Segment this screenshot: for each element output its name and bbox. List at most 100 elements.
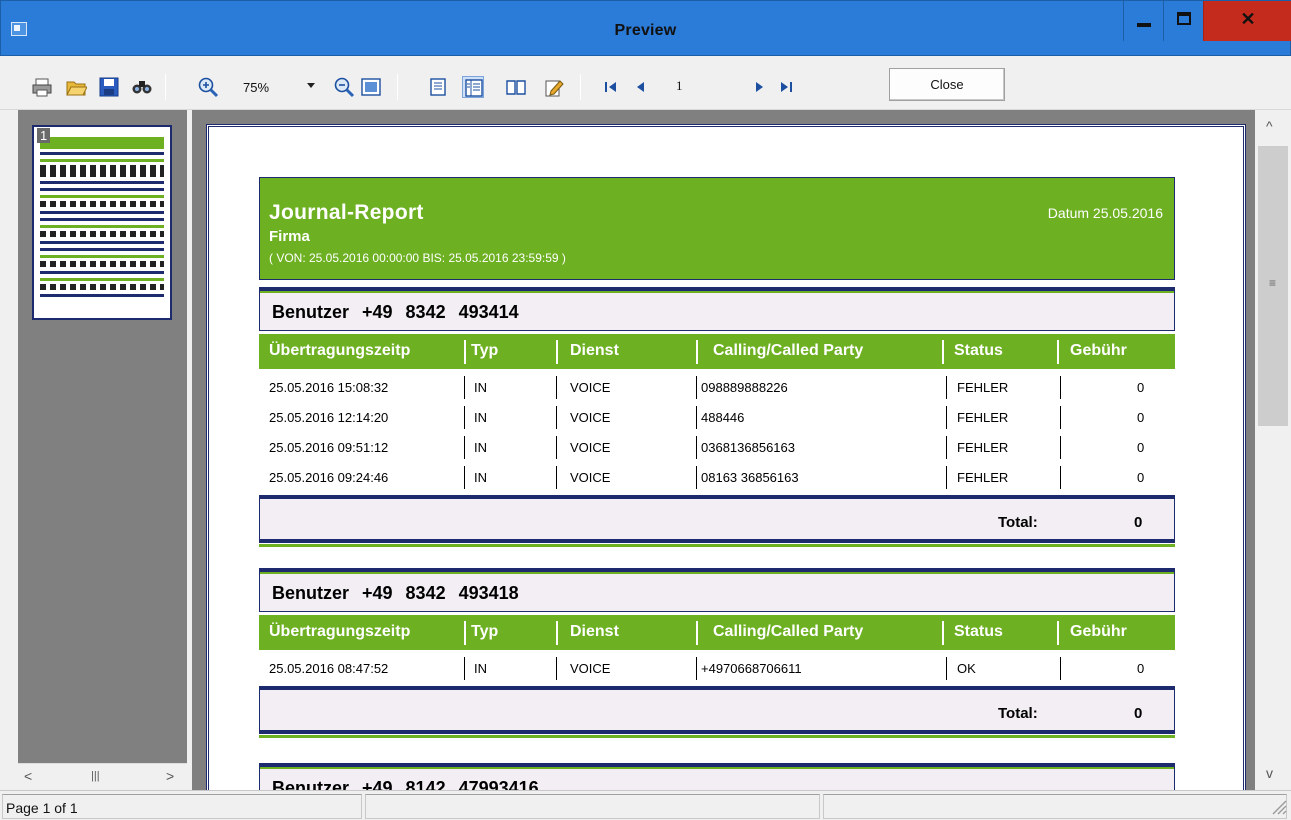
cell-fee: 0 [1137,470,1145,485]
column-header: Status [954,623,1003,640]
scroll-right-icon[interactable]: > [166,768,174,784]
total-label: Total: [998,705,1038,722]
prev-page-icon[interactable] [630,76,652,98]
column-divider [556,340,558,364]
column-divider [696,340,698,364]
column-header: Status [954,342,1003,359]
column-divider [464,340,466,364]
user-label: Benutzer +49 8142 47993416 [272,778,539,790]
cell-party: 0368136856163 [701,440,795,455]
total-row: Total: 0 [259,495,1175,547]
thumbnail-line [40,181,164,184]
table-row: 25.05.2016 12:14:20 IN VOICE 488446 FEHL… [259,402,1175,432]
user-header: Benutzer +49 8342 493414 [259,287,1175,331]
thumbnail-line [40,211,164,214]
column-header: Gebühr [1070,623,1127,640]
column-header: Übertragungszeitp [269,623,411,640]
table-row: 25.05.2016 08:47:52 IN VOICE +4970668706… [259,653,1175,683]
user-header: Benutzer +49 8342 493418 [259,568,1175,612]
thumbnail-rows [40,165,164,177]
last-page-icon[interactable] [775,76,797,98]
next-page-icon[interactable] [748,76,770,98]
total-label: Total: [998,514,1038,531]
cell-timestamp: 25.05.2016 12:14:20 [269,410,389,425]
minimize-icon [1137,23,1151,27]
cell-divider [946,436,947,459]
maximize-icon [1177,12,1191,25]
toolbar-separator [165,74,166,100]
user-label: Benutzer +49 8342 493418 [272,583,519,603]
cell-divider [1060,657,1061,680]
open-icon[interactable] [65,76,88,98]
cell-service: VOICE [570,470,611,485]
toolbar-separator [397,74,398,100]
horizontal-scrollbar[interactable]: < ||| > [18,763,187,790]
cell-divider [946,657,947,680]
cell-divider [464,436,465,459]
cell-divider [556,436,557,459]
zoom-select[interactable]: 75% [243,80,269,95]
document-viewer[interactable]: Journal-Report Firma ( VON: 25.05.2016 0… [192,110,1255,790]
cell-party: 098889888226 [701,380,788,395]
edit-icon[interactable] [543,76,565,98]
multi-page-icon[interactable] [462,76,484,98]
page-thumbnail[interactable]: 1 [32,125,172,320]
close-button[interactable]: Close [889,68,1005,101]
cell-divider [464,406,465,429]
scroll-up-icon[interactable]: ^ [1266,118,1273,134]
scroll-grip-icon[interactable]: ||| [91,770,100,782]
thumbnail-line [40,159,164,162]
first-page-icon[interactable] [600,76,622,98]
scroll-left-icon[interactable]: < [24,768,32,784]
column-divider [556,621,558,645]
vertical-scrollbar[interactable]: ^ ≡ v [1255,110,1291,790]
book-icon[interactable] [505,76,527,98]
page-width-icon[interactable] [360,76,382,98]
print-icon[interactable] [31,76,53,98]
cell-divider [946,466,947,489]
single-page-icon[interactable] [427,76,449,98]
page-number-input[interactable]: 1 [672,75,742,97]
cell-divider [696,376,697,399]
scrollbar-thumb[interactable]: ≡ [1258,146,1288,426]
cell-service: VOICE [570,440,611,455]
cell-divider [464,376,465,399]
cell-divider [1060,406,1061,429]
thumbnail-line [40,152,164,155]
thumbnail-line [40,271,164,274]
user-label: Benutzer +49 8342 493414 [272,302,519,322]
maximize-button[interactable] [1163,1,1203,41]
resize-grip-icon[interactable] [1269,797,1287,815]
cell-divider [946,406,947,429]
thumbnail-line [40,225,164,228]
thumbnail-line [40,218,164,221]
thumbnail-line [40,278,164,281]
cell-divider [696,406,697,429]
cell-party: 488446 [701,410,745,425]
column-header: Typ [471,342,499,359]
find-icon[interactable] [131,76,153,98]
status-cell [365,794,820,819]
cell-fee: 0 [1137,380,1145,395]
minimize-button[interactable] [1123,1,1163,41]
report-company: Firma [269,228,310,245]
thumbnail-line [40,255,164,258]
scroll-down-icon[interactable]: v [1266,765,1273,781]
page-status: Page 1 of 1 [6,800,78,816]
cell-divider [556,657,557,680]
status-bar: Page 1 of 1 [0,790,1291,820]
column-header: Dienst [570,623,619,640]
close-window-button[interactable]: ✕ [1203,1,1291,41]
zoom-in-icon[interactable] [197,76,219,98]
scroll-grip-icon: ≡ [1269,276,1277,290]
toolbar-separator [580,74,581,100]
save-icon[interactable] [98,76,120,98]
chevron-down-icon[interactable] [307,83,315,88]
cell-divider [696,466,697,489]
column-divider [696,621,698,645]
cell-type: IN [474,470,487,485]
zoom-out-icon[interactable] [333,76,355,98]
cell-fee: 0 [1137,440,1145,455]
table-row: 25.05.2016 09:24:46 IN VOICE 08163 36856… [259,462,1175,492]
total-value: 0 [1134,705,1143,722]
